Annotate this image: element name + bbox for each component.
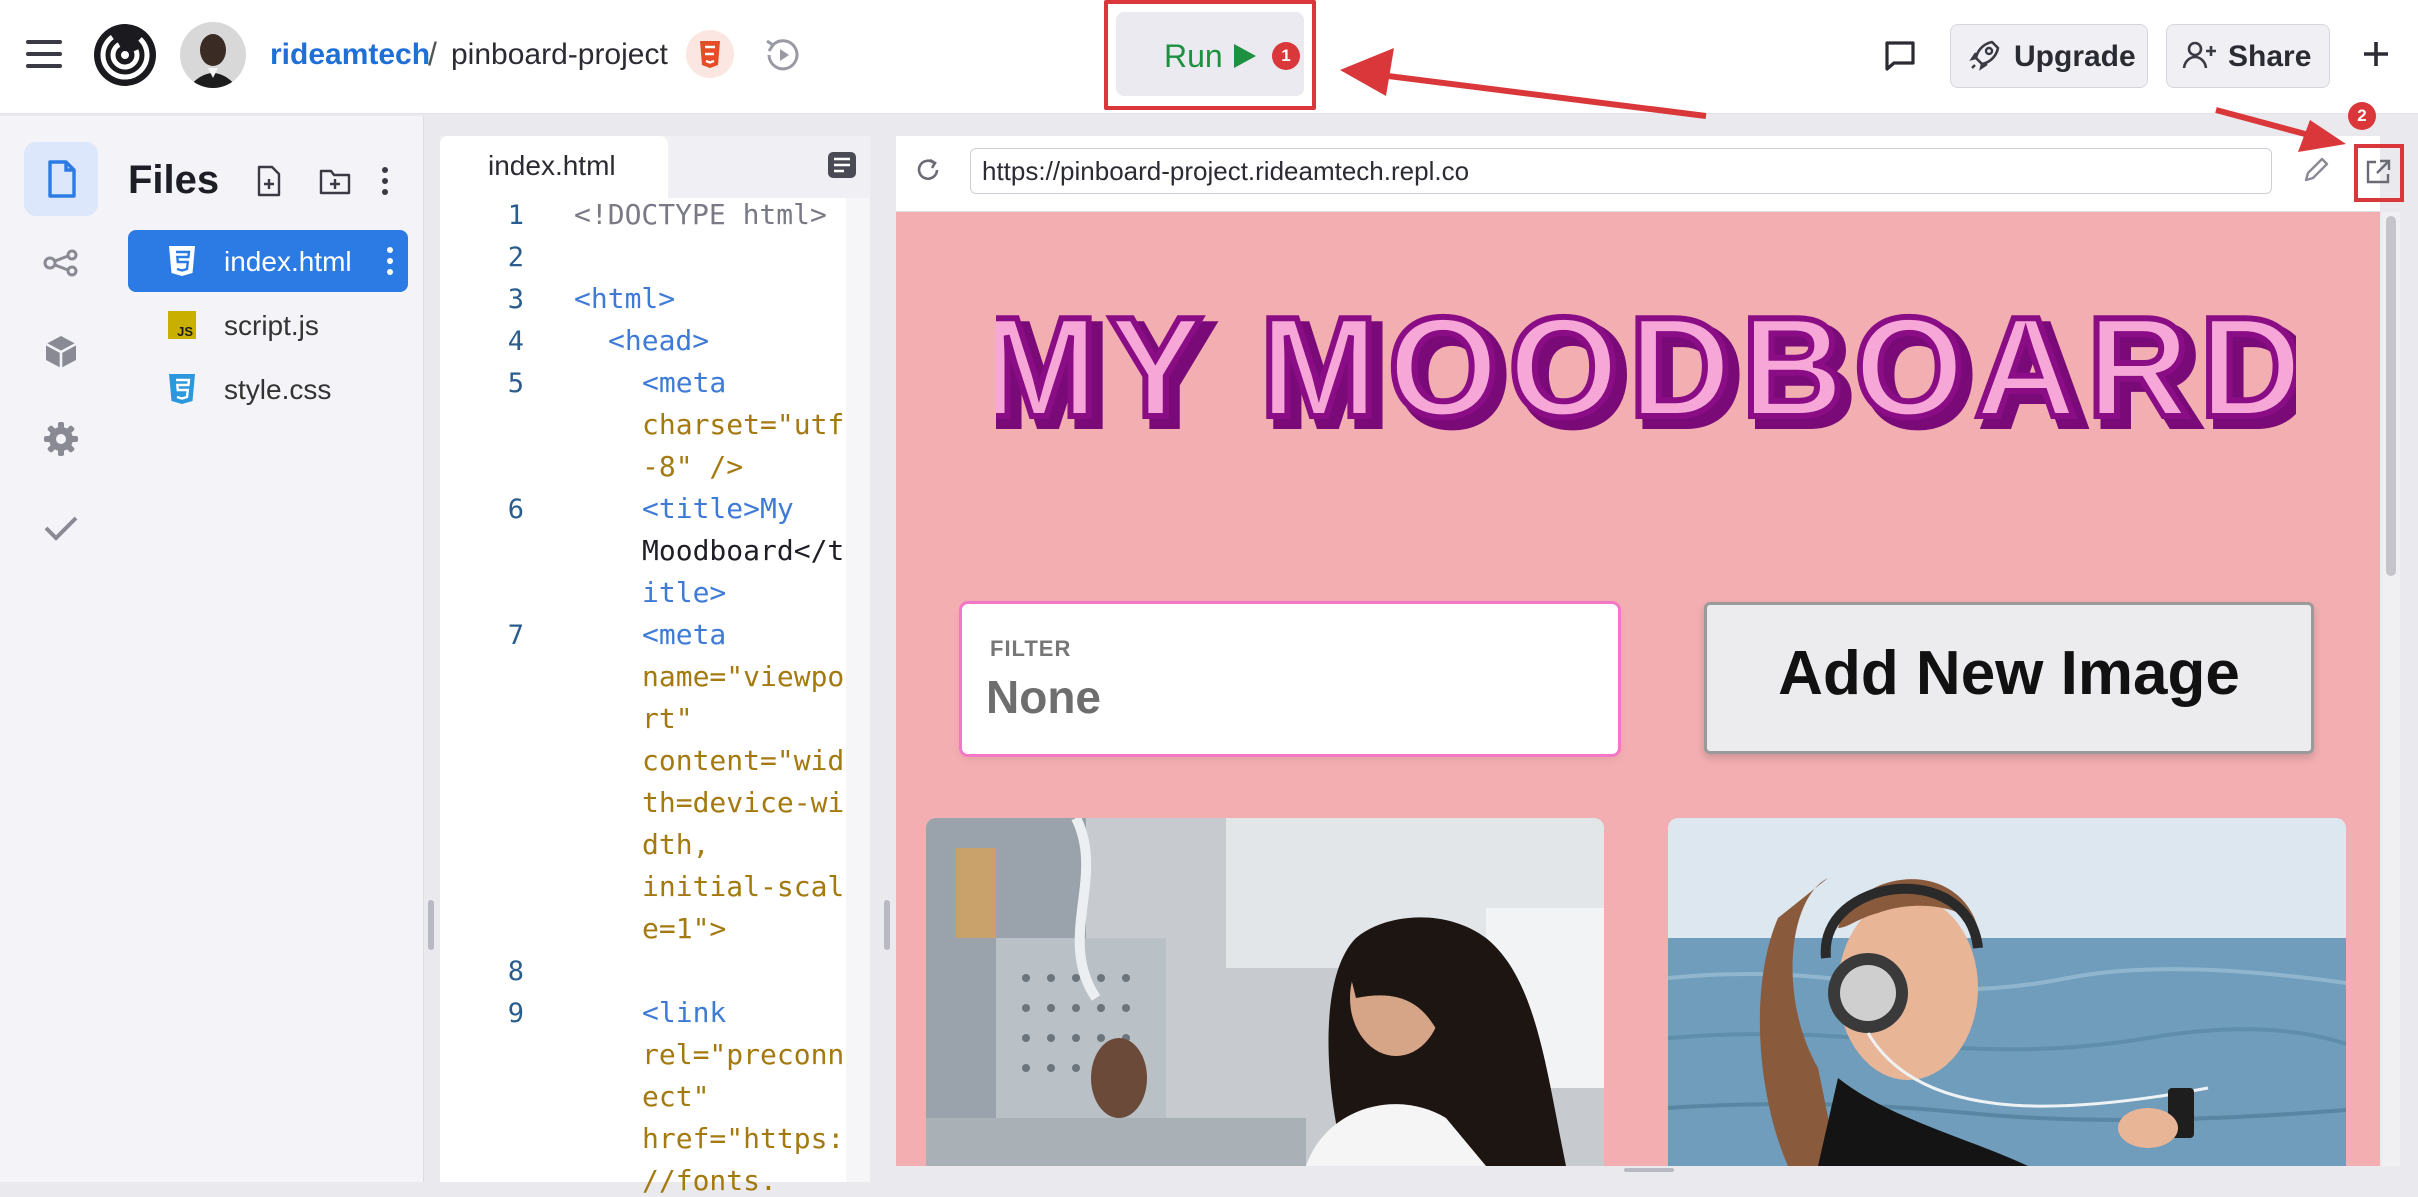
code-line: rt" — [642, 702, 693, 735]
run-label: Run — [1164, 38, 1223, 74]
code-line: itle> — [642, 576, 727, 609]
file-item-style-css[interactable]: style.css — [128, 358, 408, 420]
files-rail-icon[interactable] — [24, 142, 98, 216]
annotation-badge-1: 1 — [1272, 42, 1300, 70]
svg-text:JS: JS — [177, 324, 193, 339]
owner-link[interactable]: rideamtech — [270, 38, 430, 72]
menu-icon[interactable] — [26, 40, 62, 70]
refresh-icon[interactable] — [910, 152, 946, 188]
code-line: content="wid — [642, 744, 845, 777]
kebab-menu-icon[interactable] — [380, 164, 390, 198]
preview-scrollbar-thumb[interactable] — [2386, 216, 2396, 576]
code-line: name="viewpo — [642, 660, 845, 693]
code-line: <title>My — [642, 492, 794, 525]
line-number: 9 — [507, 998, 524, 1029]
moodboard-image-headphones[interactable] — [1668, 818, 2346, 1166]
code-line: <meta — [642, 366, 727, 399]
line-number: 6 — [507, 494, 524, 525]
filter-label: FILTER — [990, 636, 1072, 661]
history-icon[interactable] — [760, 32, 806, 78]
activity-rail — [0, 116, 108, 1182]
breadcrumb-separator: / — [428, 36, 437, 72]
filter-value: None — [986, 671, 1101, 723]
line-number: 4 — [507, 326, 524, 357]
code-line: <head> — [608, 324, 710, 357]
open-in-new-tab-icon[interactable] — [2362, 156, 2394, 188]
checkmark-icon[interactable] — [24, 490, 98, 564]
console-resize-handle[interactable] — [1624, 1168, 1674, 1172]
code-line: href="https: — [642, 1122, 845, 1155]
code-line: th=device-wi — [642, 786, 845, 819]
replit-logo-icon[interactable] — [92, 22, 158, 88]
code-line: -8" /> — [642, 450, 744, 483]
annotation-badge-2: 2 — [2348, 102, 2376, 130]
play-icon — [1234, 44, 1256, 68]
code-line: ect" — [642, 1080, 710, 1113]
site-title: MY MOODBOARD MY MOODBOARD — [996, 300, 2296, 460]
panel-resize-handle[interactable] — [884, 900, 890, 950]
url-text: https://pinboard-project.rideamtech.repl… — [982, 156, 1470, 186]
code-line: <meta — [642, 618, 727, 651]
files-title: Files — [128, 158, 220, 202]
packages-cube-icon[interactable] — [24, 314, 98, 388]
line-number: 2 — [507, 242, 524, 273]
code-line: Moodboard</t — [642, 534, 845, 567]
git-share-icon[interactable] — [24, 226, 98, 300]
share-label: Share — [2228, 40, 2312, 73]
code-line: <!DOCTYPE html> — [574, 198, 827, 231]
file-item-index-html[interactable]: index.html — [128, 230, 408, 292]
file-name: script.js — [224, 310, 319, 341]
code-line: charset="utf — [642, 408, 845, 441]
code-line: initial-scal — [642, 870, 845, 903]
js-icon: JS — [166, 308, 198, 342]
line-number: 5 — [507, 368, 524, 399]
line-number: 8 — [507, 956, 524, 987]
line-number: 3 — [507, 284, 524, 315]
moodboard-image-lab[interactable] — [926, 818, 1604, 1166]
chat-icon[interactable] — [1880, 36, 1920, 76]
html5-language-icon — [686, 30, 734, 78]
rocket-icon — [1968, 38, 2002, 72]
editor-options-icon[interactable] — [826, 150, 858, 180]
site-title-text: MY MOODBOARD — [996, 300, 2296, 447]
file-name: style.css — [224, 374, 332, 405]
panel-resize-handle[interactable] — [428, 900, 434, 950]
plus-icon[interactable] — [2354, 32, 2398, 76]
avatar[interactable] — [180, 22, 246, 88]
code-line: e=1"> — [642, 912, 727, 945]
upgrade-label: Upgrade — [2014, 40, 2136, 73]
add-new-image-label: Add New Image — [1778, 639, 2240, 708]
line-number: 1 — [507, 200, 524, 231]
line-number: 7 — [507, 620, 524, 651]
settings-gear-icon[interactable] — [24, 402, 98, 476]
project-name[interactable]: pinboard-project — [451, 38, 668, 72]
editor-scrollbar[interactable] — [846, 198, 870, 1182]
add-user-icon — [2182, 38, 2218, 72]
html5-icon — [166, 244, 198, 278]
code-line: <html> — [574, 282, 676, 315]
tab-label: index.html — [488, 150, 616, 181]
code-line: <link — [642, 996, 727, 1029]
new-file-icon[interactable] — [254, 164, 284, 198]
file-name: index.html — [224, 246, 352, 277]
code-line: dth, — [642, 828, 710, 861]
code-line: rel="preconn — [642, 1038, 845, 1071]
css3-icon — [166, 372, 198, 406]
code-line: //fonts. — [642, 1164, 777, 1197]
new-folder-icon[interactable] — [318, 166, 352, 196]
kebab-menu-icon[interactable] — [386, 244, 394, 278]
file-item-script-js[interactable]: JS script.js — [128, 294, 408, 356]
edit-pencil-icon[interactable] — [2300, 154, 2332, 186]
